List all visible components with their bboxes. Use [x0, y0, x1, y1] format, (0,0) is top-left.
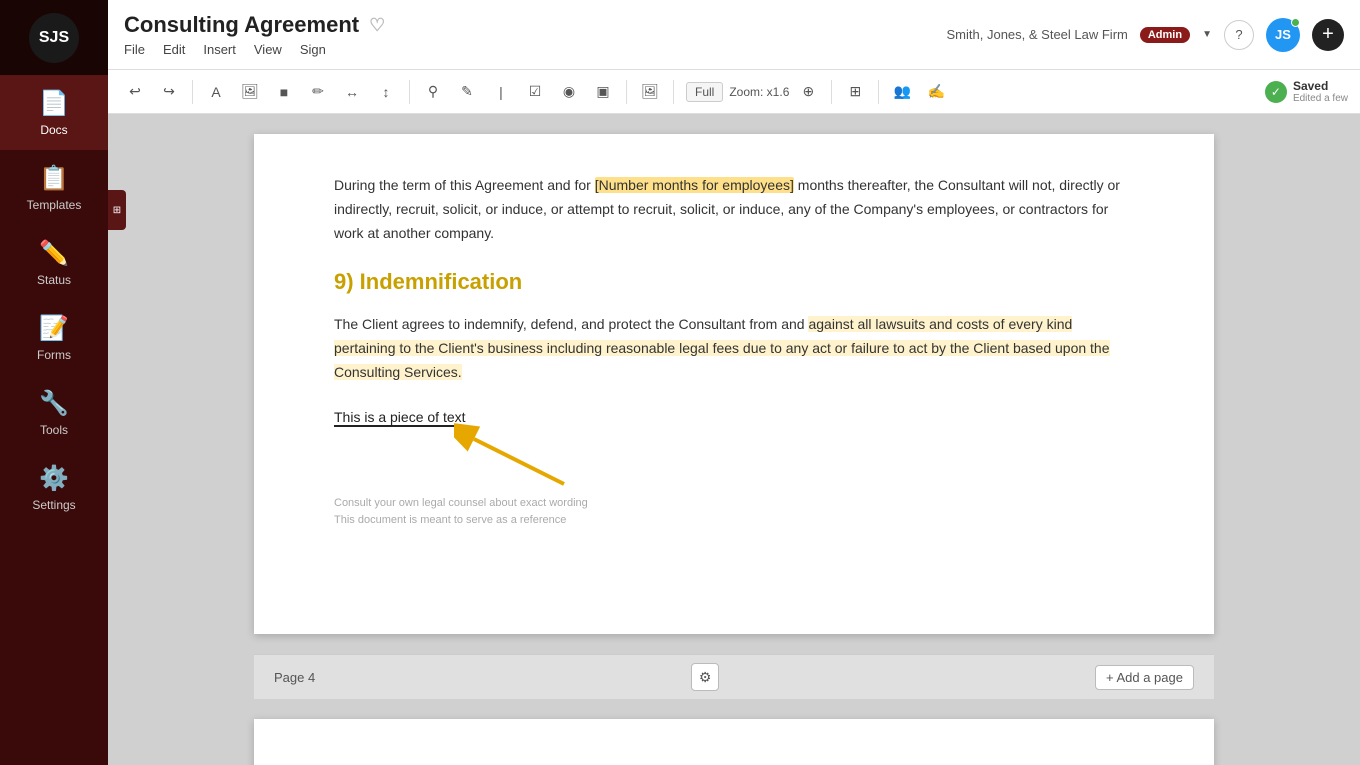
annotation-area: This is a piece of text [334, 409, 1134, 435]
radio-button[interactable]: ◉ [554, 77, 584, 107]
saved-check-icon: ✓ [1265, 81, 1287, 103]
admin-badge: Admin [1140, 27, 1190, 43]
section9-text-start: The Client agrees to indemnify, defend, … [334, 316, 808, 332]
zoom-mode[interactable]: Full [686, 82, 723, 102]
toolbar-sep-6 [878, 80, 879, 104]
main-area: Consulting Agreement ♡ File Edit Insert … [108, 0, 1360, 765]
sidebar-item-forms[interactable]: 📝 Forms [0, 300, 108, 375]
page-footer-note: Consult your own legal counsel about exa… [334, 495, 1134, 530]
section9-heading: 9) Indemnification [334, 269, 1134, 295]
saved-label: Saved [1293, 79, 1348, 93]
checkbox-button[interactable]: ☑ [520, 77, 550, 107]
intro-text: During the term of this Agreement and fo… [334, 177, 595, 193]
inserted-text[interactable]: This is a piece of text [334, 409, 466, 427]
panel-toggle-icon: ⊞ [113, 205, 121, 216]
vertical-line-button[interactable]: ↕ [371, 77, 401, 107]
document-title: Consulting Agreement [124, 12, 359, 38]
app-logo[interactable]: SJS [29, 13, 79, 63]
page4-label: Page 4 [274, 670, 315, 685]
sidebar-logo: SJS [0, 0, 108, 75]
menu-edit[interactable]: Edit [163, 42, 185, 57]
add-button[interactable]: + [1312, 19, 1344, 51]
media-button[interactable]: 🖼 [635, 77, 665, 107]
image-button[interactable]: 🖼 [235, 77, 265, 107]
sidebar-item-settings[interactable]: ⚙️ Settings [0, 450, 108, 525]
user-avatar[interactable]: JS [1266, 18, 1300, 52]
firm-name: Smith, Jones, & Steel Law Firm [947, 27, 1128, 42]
header-right: Smith, Jones, & Steel Law Firm Admin ▼ ?… [947, 18, 1344, 52]
saved-text: Saved Edited a few [1293, 79, 1348, 104]
toolbar: ↩ ↪ A 🖼 ■ ✏ ↔ ↕ ⚲ ✎ | ☑ ◉ ▣ 🖼 Full Zoom:… [108, 70, 1360, 114]
toolbar-sep-4 [673, 80, 674, 104]
zoom-level: Zoom: x1.6 [729, 85, 789, 99]
header-left: Consulting Agreement ♡ File Edit Insert … [124, 12, 385, 57]
table-button[interactable]: ⊞ [840, 77, 870, 107]
menu-file[interactable]: File [124, 42, 145, 57]
edit-field-button[interactable]: ✎ [452, 77, 482, 107]
favorite-icon[interactable]: ♡ [369, 15, 385, 36]
page-settings-button[interactable]: ⚙ [691, 663, 719, 691]
help-icon: ? [1235, 27, 1242, 42]
sidebar-item-tools[interactable]: 🔧 Tools [0, 375, 108, 450]
document-area[interactable]: During the term of this Agreement and fo… [108, 114, 1360, 765]
combo-button[interactable]: ▣ [588, 77, 618, 107]
draw-button[interactable]: ✏ [303, 77, 333, 107]
redo-button[interactable]: ↪ [154, 77, 184, 107]
field-button[interactable]: ⚲ [418, 77, 448, 107]
sign-request-button[interactable]: ✍ [921, 77, 951, 107]
page-preview [254, 719, 1214, 765]
toolbar-sep-2 [409, 80, 410, 104]
document-page: During the term of this Agreement and fo… [254, 134, 1214, 634]
highlighted-number: [Number months for employees] [595, 177, 794, 193]
horizontal-line-button[interactable]: ↔ [337, 77, 367, 107]
status-icon: ✏️ [39, 239, 69, 268]
arrow-annotation [454, 419, 574, 499]
undo-button[interactable]: ↩ [120, 77, 150, 107]
collaborate-button[interactable]: 👥 [887, 77, 917, 107]
section9-paragraph: The Client agrees to indemnify, defend, … [334, 313, 1134, 384]
text-button[interactable]: A [201, 77, 231, 107]
forms-icon: 📝 [39, 314, 69, 343]
intro-paragraph: During the term of this Agreement and fo… [334, 174, 1134, 245]
templates-icon: 📋 [39, 164, 69, 193]
zoom-area: Full Zoom: x1.6 [686, 82, 789, 102]
side-panel-toggle[interactable]: ⊞ [108, 190, 126, 230]
add-page-button[interactable]: + Add a page [1095, 665, 1194, 690]
toolbar-sep-1 [192, 80, 193, 104]
help-button[interactable]: ? [1224, 20, 1254, 50]
sidebar: SJS 📄 Docs 📋 Templates ✏️ Status 📝 Forms… [0, 0, 108, 765]
document-title-bar: Consulting Agreement ♡ [124, 12, 385, 38]
compass-button[interactable]: ⊕ [793, 77, 823, 107]
header: Consulting Agreement ♡ File Edit Insert … [108, 0, 1360, 70]
settings-icon: ⚙️ [39, 464, 69, 493]
sidebar-item-status[interactable]: ✏️ Status [0, 225, 108, 300]
shape-button[interactable]: ■ [269, 77, 299, 107]
toolbar-sep-5 [831, 80, 832, 104]
page4-bar: Page 4 ⚙ + Add a page [254, 654, 1214, 699]
menu-bar: File Edit Insert View Sign [124, 42, 385, 57]
docs-icon: 📄 [39, 89, 69, 118]
sidebar-item-templates[interactable]: 📋 Templates [0, 150, 108, 225]
footer-line2: This document is meant to serve as a ref… [334, 512, 1134, 530]
tools-icon: 🔧 [39, 389, 69, 418]
menu-view[interactable]: View [254, 42, 282, 57]
signature-button[interactable]: | [486, 77, 516, 107]
user-status-dot [1291, 18, 1300, 27]
menu-sign[interactable]: Sign [300, 42, 326, 57]
menu-insert[interactable]: Insert [203, 42, 236, 57]
saved-area: ✓ Saved Edited a few [1265, 79, 1348, 104]
saved-time: Edited a few [1293, 93, 1348, 104]
sidebar-item-docs[interactable]: 📄 Docs [0, 75, 108, 150]
page-settings-icon: ⚙ [699, 669, 712, 686]
toolbar-sep-3 [626, 80, 627, 104]
admin-dropdown-icon[interactable]: ▼ [1202, 29, 1212, 40]
